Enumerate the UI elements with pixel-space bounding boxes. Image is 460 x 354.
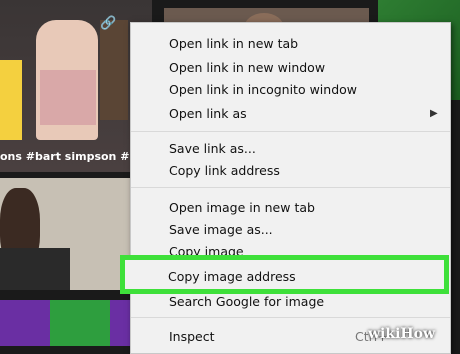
menu-item-label: Open link in incognito window [169, 82, 358, 97]
watermark-wiki: wiki [368, 326, 401, 342]
pixel-plant [50, 300, 110, 346]
menu-item-open-link-incognito[interactable]: Open link in incognito window [131, 79, 450, 101]
watermark-how: How [400, 326, 436, 342]
menu-item-label: Open link in new window [169, 60, 326, 75]
abe-shirt [40, 70, 96, 125]
wikihow-watermark: wikiHow [368, 326, 435, 342]
link-hover-icons: 🔗 [100, 16, 116, 31]
menu-item-open-link-new-tab[interactable]: Open link in new tab [131, 33, 450, 55]
menu-item-label: Open link as [169, 106, 247, 121]
menu-item-label: Copy image address [168, 269, 296, 284]
menu-item-save-image-as[interactable]: Save image as... [131, 219, 450, 241]
door [100, 20, 128, 120]
highlight-box: Copy image address [120, 255, 449, 294]
menu-item-label: Search Google for image [169, 294, 325, 309]
menu-item-label: Inspect [169, 329, 215, 344]
menu-item-label: Open link in new tab [169, 36, 299, 51]
menu-separator [131, 187, 450, 188]
menu-item-open-link-as[interactable]: Open link as ▶ [131, 103, 450, 125]
menu-separator [131, 317, 450, 318]
menu-item-copy-image-address[interactable]: Copy image address [130, 265, 444, 289]
man-shirt [0, 248, 70, 290]
bart-figure [0, 60, 22, 140]
menu-item-search-google-image[interactable]: Search Google for image [131, 291, 450, 313]
menu-item-save-link-as[interactable]: Save link as... [131, 138, 450, 160]
menu-item-label: Save link as... [169, 141, 256, 156]
menu-item-label: Save image as... [169, 222, 273, 237]
menu-item-label: Open image in new tab [169, 200, 315, 215]
context-menu: Open link in new tab Open link in new wi… [130, 22, 451, 354]
menu-item-label: Copy link address [169, 163, 280, 178]
menu-item-open-image-new-tab[interactable]: Open image in new tab [131, 197, 450, 219]
submenu-arrow-icon: ▶ [430, 108, 438, 119]
menu-item-open-link-new-window[interactable]: Open link in new window [131, 57, 450, 79]
link-icon[interactable]: 🔗 [100, 16, 116, 31]
menu-separator [131, 131, 450, 132]
menu-item-copy-link-address[interactable]: Copy link address [131, 160, 450, 182]
